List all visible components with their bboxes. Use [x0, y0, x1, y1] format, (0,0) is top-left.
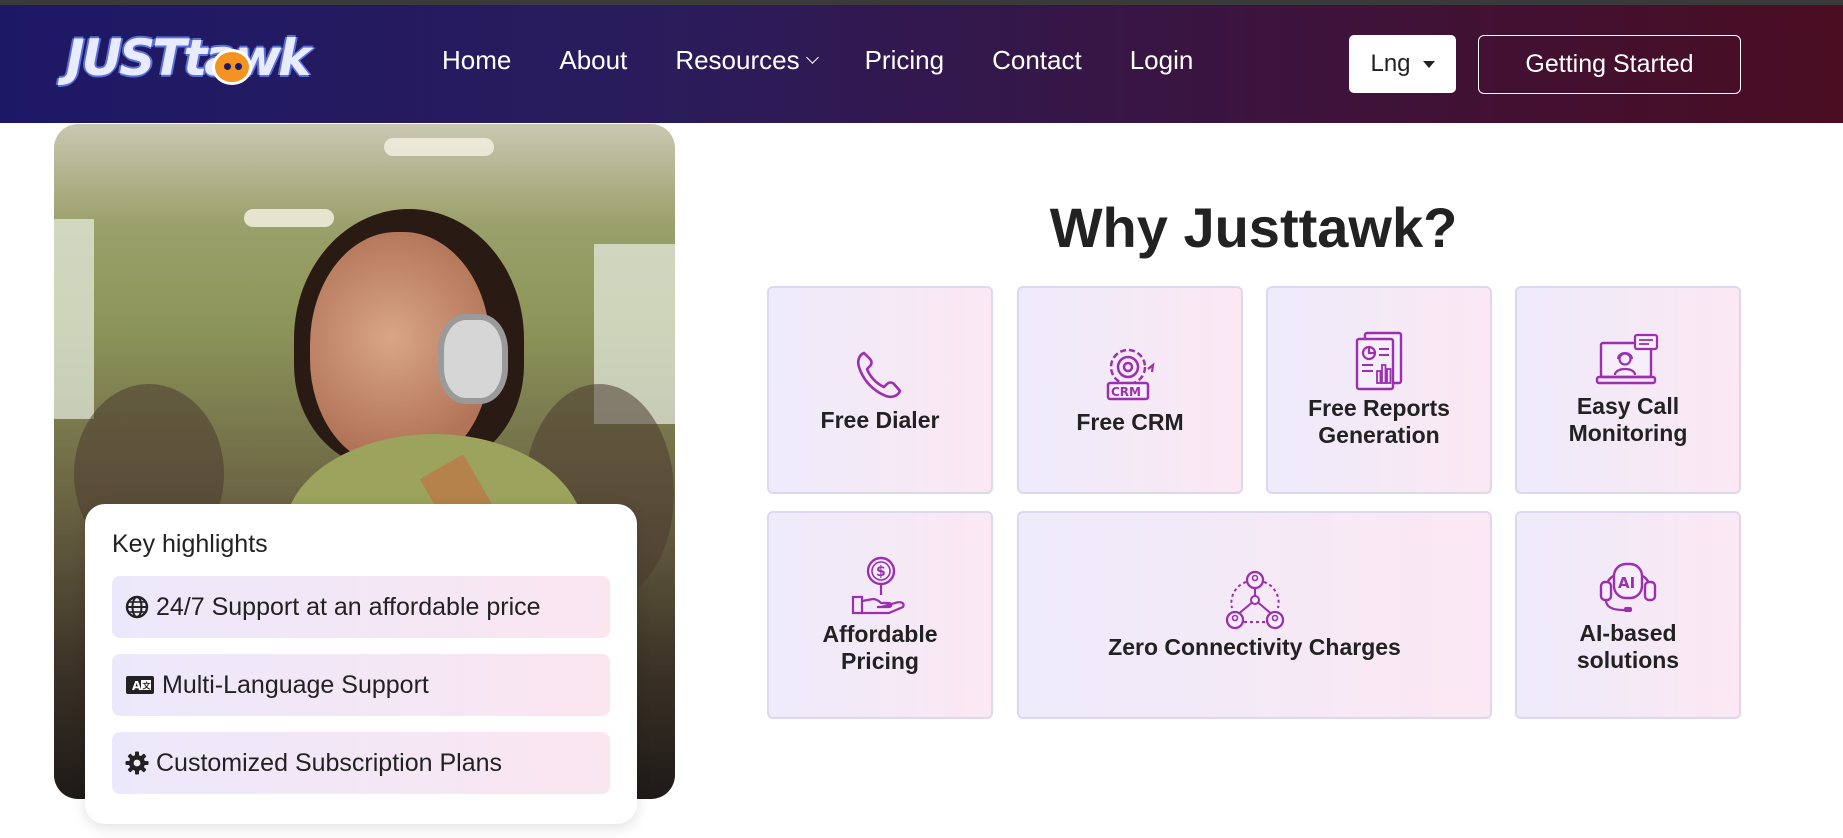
ceiling-lamp — [244, 209, 334, 227]
report-icon — [1355, 331, 1403, 391]
phone-icon — [856, 351, 902, 398]
feature-card-affordable-pricing[interactable]: $ Affordable Pricing — [767, 511, 993, 719]
svg-text:AI: AI — [1618, 574, 1635, 592]
dollar-hand-icon: $ — [851, 556, 905, 615]
getting-started-button[interactable]: Getting Started — [1478, 35, 1741, 94]
feature-card-easy-call-monitoring[interactable]: Easy Call Monitoring — [1515, 286, 1741, 494]
feature-label: Free Dialer — [820, 406, 940, 433]
feature-card-ai-solutions[interactable]: AI AI-based solutions — [1515, 511, 1741, 719]
nav-pricing[interactable]: Pricing — [865, 45, 944, 76]
feature-label: Affordable Pricing — [822, 621, 938, 674]
window-light — [54, 219, 94, 419]
main-nav: Home About Resources Pricing Contact Log… — [442, 45, 1241, 76]
brand-logo[interactable]: JUSTtawk — [66, 27, 316, 89]
key-highlights-card: Key highlights 24/7 Support at an afford… — [85, 504, 637, 824]
svg-text:文: 文 — [143, 681, 152, 691]
feature-card-free-dialer[interactable]: Free Dialer — [767, 286, 993, 494]
caret-down-icon — [1422, 60, 1435, 68]
nav-about[interactable]: About — [559, 45, 627, 76]
nav-resources-label: Resources — [675, 45, 800, 75]
feature-label: Free CRM — [1076, 408, 1184, 435]
language-card-icon: A文 — [124, 672, 156, 698]
highlight-label: Customized Subscription Plans — [156, 748, 502, 777]
feature-card-free-crm[interactable]: CRM Free CRM — [1017, 286, 1243, 494]
globe-icon — [124, 594, 150, 620]
nav-home[interactable]: Home — [442, 45, 511, 76]
headset-icon — [438, 314, 508, 404]
svg-text:$: $ — [876, 564, 886, 580]
nav-login[interactable]: Login — [1130, 45, 1194, 76]
gear-icon — [124, 750, 150, 776]
logo-mascot-icon — [212, 49, 252, 85]
highlight-item: 24/7 Support at an affordable price — [112, 576, 610, 638]
feature-label: Easy Call Monitoring — [1568, 393, 1688, 446]
svg-text:A: A — [132, 679, 142, 693]
chevron-down-icon — [805, 51, 819, 64]
logo-text: JUSTtawk — [66, 29, 311, 87]
highlight-label: 24/7 Support at an affordable price — [156, 592, 541, 621]
key-highlights-title: Key highlights — [112, 530, 268, 558]
feature-label: AI-based solutions — [1576, 620, 1680, 673]
feature-card-free-reports[interactable]: Free Reports Generation — [1266, 286, 1492, 494]
feature-card-zero-connectivity[interactable]: Zero Connectivity Charges — [1017, 511, 1492, 719]
language-button-label: Lng — [1370, 50, 1411, 77]
language-dropdown-button[interactable]: Lng — [1349, 35, 1456, 93]
site-header: JUSTtawk Home About Resources Pricing Co… — [0, 5, 1843, 123]
svg-text:CRM: CRM — [1111, 385, 1141, 399]
why-section-title: Why Justtawk? — [1049, 196, 1458, 259]
crm-gear-icon: CRM — [1106, 348, 1155, 400]
highlight-label: Multi-Language Support — [162, 670, 429, 699]
feature-label: Zero Connectivity Charges — [1108, 633, 1401, 660]
nav-resources[interactable]: Resources — [675, 45, 819, 76]
ai-headset-icon: AI — [1599, 562, 1657, 612]
feature-label: Free Reports Generation — [1308, 395, 1450, 448]
monitor-call-icon — [1595, 333, 1659, 385]
network-users-icon — [1225, 570, 1284, 629]
highlight-item: Customized Subscription Plans — [112, 732, 610, 794]
ceiling-lamp — [384, 138, 494, 156]
highlight-item: A文 Multi-Language Support — [112, 654, 610, 716]
nav-contact[interactable]: Contact — [992, 45, 1082, 76]
